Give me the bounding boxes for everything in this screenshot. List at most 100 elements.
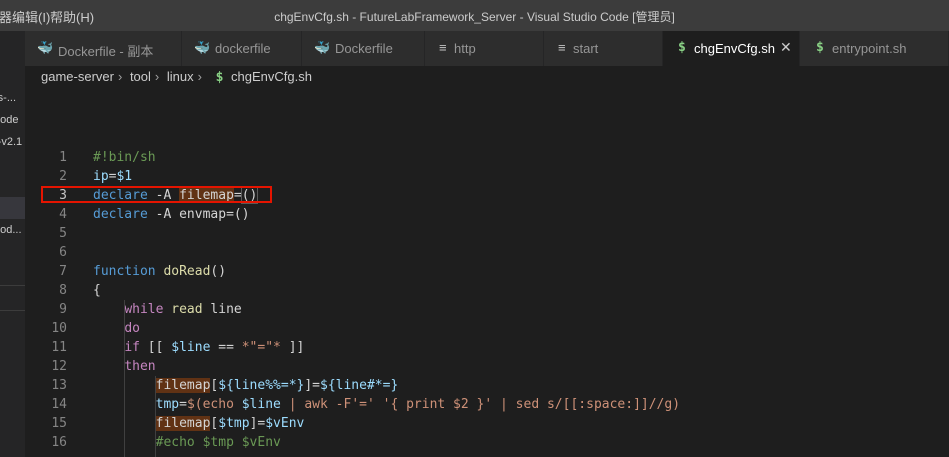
code-token: $tmp xyxy=(218,416,250,431)
lines-icon: ≡ xyxy=(558,40,566,55)
code-text: #!bin/sh xyxy=(93,150,156,165)
code-text: function doRead() xyxy=(93,264,226,279)
line-number: 9 xyxy=(59,302,67,317)
lines-icon: ≡ xyxy=(439,40,447,55)
code-token: read xyxy=(171,302,203,317)
code-token: filemap xyxy=(155,416,211,431)
shell-icon: $ xyxy=(215,70,224,85)
code-token: $(echo xyxy=(186,397,242,412)
line-number: 11 xyxy=(51,340,67,355)
annotation-highlight-box xyxy=(41,186,272,203)
code-text: while read line xyxy=(93,302,242,317)
code-text: filemap[${line%%=*}]=${line#*=} xyxy=(93,378,398,393)
code-token: ${line%%=*} xyxy=(218,378,305,393)
sidebar-item[interactable]: rs-... xyxy=(0,92,16,104)
code-token: line xyxy=(202,302,242,317)
code-token: doRead xyxy=(163,264,211,279)
breadcrumb-item[interactable]: game-server xyxy=(41,69,114,84)
line-number: 6 xyxy=(59,245,67,260)
close-icon[interactable]: ✕ xyxy=(780,39,792,56)
tab-label: Dockerfile xyxy=(335,41,393,56)
code-token: -A envmap=() xyxy=(147,207,250,222)
code-token: ip xyxy=(93,169,109,184)
line-number: 1 xyxy=(59,150,67,165)
code-token: #!bin/sh xyxy=(93,150,156,165)
line-number: 7 xyxy=(59,264,67,279)
indent-guide xyxy=(124,300,125,457)
code-token: { xyxy=(93,283,101,298)
breadcrumb-item[interactable]: linux xyxy=(167,69,194,84)
indent-guide xyxy=(155,376,156,457)
code-text: declare -A envmap=() xyxy=(93,207,250,222)
sidebar-selected-row[interactable] xyxy=(0,197,25,219)
editor-tab-bar: 🐳 Dockerfile - 副本 🐳 dockerfile 🐳 Dockerf… xyxy=(25,31,949,66)
code-token: $1 xyxy=(116,169,133,184)
sidebar-divider xyxy=(0,285,25,286)
code-token: $line xyxy=(171,340,211,355)
code-token: tmp xyxy=(155,397,180,412)
code-token: *"="* xyxy=(241,340,281,355)
shell-icon: $ xyxy=(678,40,686,55)
chevron-right-icon: › xyxy=(197,69,202,84)
code-text: tmp=$(echo $line | awk -F'=' '{ print $2… xyxy=(93,397,680,412)
code-token: do xyxy=(124,321,140,336)
sidebar-divider xyxy=(0,310,25,311)
code-text: { xyxy=(93,283,101,298)
tab-dockerfile-lower[interactable]: 🐳 dockerfile xyxy=(182,31,302,66)
tab-http[interactable]: ≡ http xyxy=(425,31,544,66)
tab-dockerfile[interactable]: 🐳 Dockerfile xyxy=(302,31,425,66)
code-token: filemap xyxy=(155,378,211,393)
line-number: 2 xyxy=(59,169,67,184)
line-number: 4 xyxy=(59,207,67,222)
chevron-right-icon: › xyxy=(154,69,160,84)
tab-label: entrypoint.sh xyxy=(832,41,907,56)
chevron-right-icon: › xyxy=(117,69,123,84)
code-token: = xyxy=(179,397,187,412)
code-token: () xyxy=(210,264,227,279)
docker-icon: 🐳 xyxy=(37,40,54,55)
breadcrumb: game-server › tool › linux › $ chgEnvCfg.sh xyxy=(41,69,316,85)
code-text: ip=$1 xyxy=(93,169,132,184)
tab-chgenvcfg[interactable]: $ chgEnvCfg.sh ✕ xyxy=(663,31,800,66)
line-number: 12 xyxy=(51,359,67,374)
code-token: $vEnv xyxy=(265,416,305,431)
sidebar-item[interactable]: r-v2.1 xyxy=(0,136,22,148)
sidebar-item[interactable]: node xyxy=(0,114,18,126)
code-token: while xyxy=(124,302,164,317)
tab-label: http xyxy=(454,41,476,56)
code-token: == xyxy=(210,340,242,355)
tab-label: dockerfile xyxy=(215,41,271,56)
breadcrumb-item[interactable]: chgEnvCfg.sh xyxy=(231,69,312,84)
code-token: #echo $tmp $vEnv xyxy=(155,435,281,450)
code-token: $line xyxy=(241,397,281,412)
breadcrumb-item[interactable]: tool xyxy=(130,69,151,84)
code-token: ]= xyxy=(304,378,320,393)
title-bar: 容器编辑(I) 帮助(H) chgEnvCfg.sh - FutureLabFr… xyxy=(0,0,949,31)
tab-label: chgEnvCfg.sh xyxy=(694,41,775,56)
tab-start[interactable]: ≡ start xyxy=(544,31,663,66)
line-number: 16 xyxy=(51,435,67,450)
code-token: declare xyxy=(93,207,148,222)
code-token: then xyxy=(124,359,156,374)
code-token: ]] xyxy=(280,340,305,355)
code-token: | awk -F'=' '{ print $2 }' | sed s/[[:sp… xyxy=(280,397,681,412)
code-token: ${line#*=} xyxy=(320,378,399,393)
docker-icon: 🐳 xyxy=(314,40,331,55)
shell-icon: $ xyxy=(816,40,824,55)
tab-entrypoint[interactable]: $ entrypoint.sh xyxy=(800,31,949,66)
code-token: [[ xyxy=(139,340,172,355)
code-text: do xyxy=(93,321,140,336)
tab-label: start xyxy=(573,41,599,56)
line-number: 14 xyxy=(51,397,67,412)
sidebar-item[interactable]: ood... xyxy=(0,224,22,236)
line-number: 8 xyxy=(59,283,67,298)
window-title: chgEnvCfg.sh - FutureLabFramework_Server… xyxy=(274,10,675,24)
docker-icon: 🐳 xyxy=(194,40,211,55)
tab-dockerfile-copy[interactable]: 🐳 Dockerfile - 副本 xyxy=(25,31,182,66)
line-number: 5 xyxy=(59,226,67,241)
code-text: #echo $tmp $vEnv xyxy=(93,435,281,450)
tab-label: Dockerfile - 副本 xyxy=(58,44,154,59)
